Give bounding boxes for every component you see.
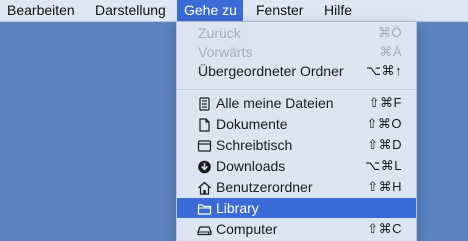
menu-item-label: Downloads (216, 158, 286, 174)
documents-icon (197, 117, 212, 132)
menu-darstellung[interactable]: Darstellung (88, 0, 173, 21)
menu-item-label: Dokumente (216, 116, 288, 132)
menu-item-label: Library (216, 200, 259, 216)
desktop-icon (197, 138, 212, 152)
menu-item-label: Computer (216, 221, 278, 237)
computer-icon (197, 222, 212, 236)
menu-item-label: Benutzerordner (216, 179, 313, 195)
menu-item-shortcut: ⌥⌘↑ (366, 63, 402, 78)
menu-item-forward[interactable]: Vorwärts ⌘Ä (177, 42, 416, 62)
menu-item-label: Vorwärts (198, 44, 253, 60)
menu-item-downloads[interactable]: Downloads ⌥⌘L (177, 156, 416, 176)
go-menu-dropdown: Zurück ⌘Ö Vorwärts ⌘Ä Übergeordneter Ord… (176, 22, 417, 241)
menu-separator (177, 89, 416, 90)
menu-item-label: Zurück (198, 25, 241, 41)
menu-item-shortcut: ⌥⌘L (365, 158, 402, 173)
menu-bar: Bearbeiten Darstellung Gehe zu Fenster H… (0, 0, 468, 22)
home-icon (197, 180, 212, 195)
menu-item-desktop[interactable]: Schreibtisch ⇧⌘D (177, 135, 416, 155)
menu-gehe-zu[interactable]: Gehe zu (177, 0, 243, 21)
menu-item-shortcut: ⇧⌘C (367, 221, 402, 236)
menu-bearbeiten[interactable]: Bearbeiten (0, 0, 82, 21)
menu-item-enclosing-folder[interactable]: Übergeordneter Ordner ⌥⌘↑ (177, 61, 416, 81)
menu-item-shortcut: ⇧⌘H (367, 179, 402, 194)
menu-fenster[interactable]: Fenster (249, 0, 310, 21)
menu-item-all-my-files[interactable]: Alle meine Dateien ⇧⌘F (177, 93, 416, 113)
menu-item-home[interactable]: Benutzerordner ⇧⌘H (177, 177, 416, 197)
folder-icon (197, 201, 212, 215)
menu-item-label: Alle meine Dateien (216, 95, 334, 111)
menu-item-shortcut: ⌘Ö (377, 25, 402, 40)
menu-item-label: Schreibtisch (216, 137, 293, 153)
downloads-icon (197, 159, 212, 174)
menu-hilfe[interactable]: Hilfe (317, 0, 359, 21)
all-files-icon (197, 96, 212, 111)
menu-item-documents[interactable]: Dokumente ⇧⌘O (177, 114, 416, 134)
menu-item-computer[interactable]: Computer ⇧⌘C (177, 219, 416, 239)
menu-item-library[interactable]: Library (177, 198, 416, 218)
menu-item-shortcut: ⇧⌘D (367, 137, 402, 152)
menu-item-label: Übergeordneter Ordner (198, 63, 344, 79)
menu-item-shortcut: ⇧⌘F (368, 95, 402, 110)
menu-item-shortcut: ⇧⌘O (366, 116, 402, 131)
menu-item-shortcut: ⌘Ä (379, 44, 402, 59)
menu-item-back[interactable]: Zurück ⌘Ö (177, 23, 416, 43)
